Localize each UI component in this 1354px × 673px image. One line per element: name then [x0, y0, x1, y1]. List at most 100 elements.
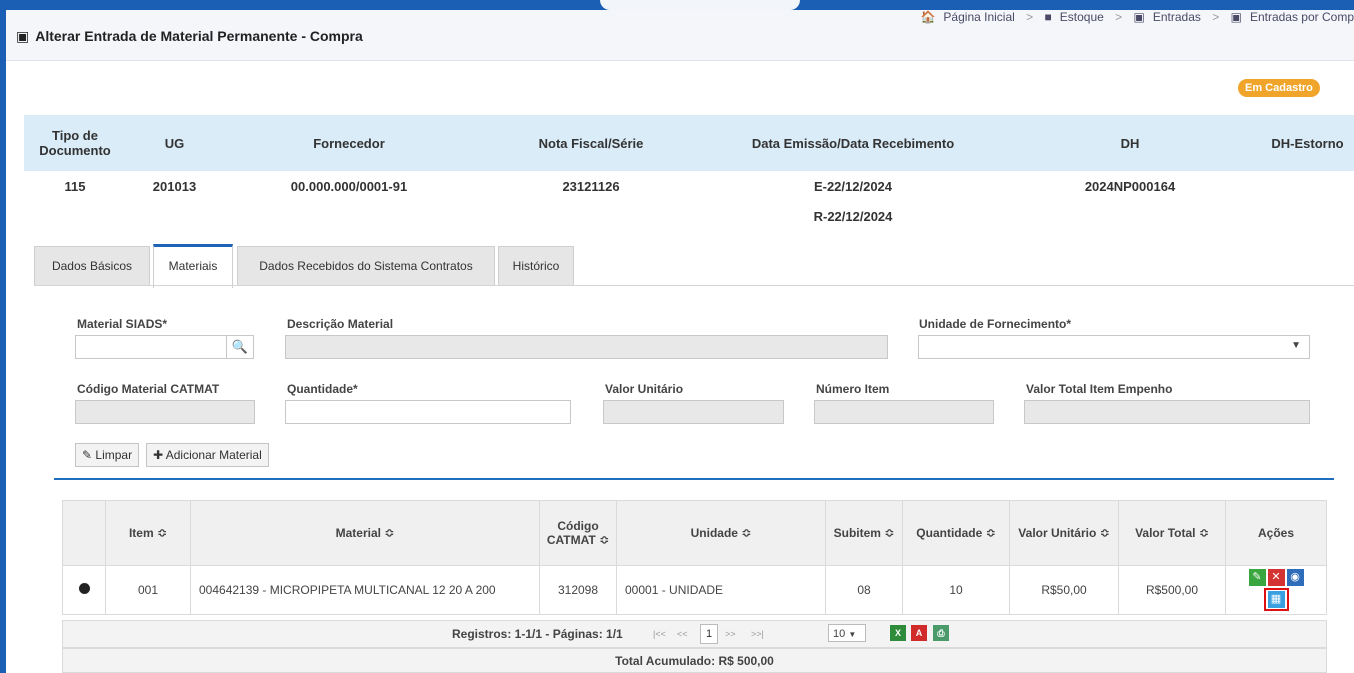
- page-title-text: Alterar Entrada de Material Permanente -…: [35, 28, 363, 44]
- column-header-subitem[interactable]: Subitem ≎: [825, 500, 903, 566]
- summary-cell: 201013: [152, 178, 197, 194]
- limpar-button[interactable]: ✎ Limpar: [75, 443, 140, 467]
- summary-header: DH-Estorno: [1261, 115, 1354, 171]
- quantidade-label: Quantidade*: [287, 382, 358, 396]
- table-view-button[interactable]: ▦: [1267, 591, 1285, 608]
- tab-dados-basicos[interactable]: Dados Básicos: [34, 246, 150, 285]
- cell-unidade: 00001 - UNIDADE: [616, 565, 826, 615]
- valor-total-empenho-input: [1024, 400, 1310, 424]
- column-header-material[interactable]: Material ≎: [190, 500, 540, 566]
- cube-icon: ◉: [1290, 571, 1300, 583]
- delete-button[interactable]: ✕: [1267, 569, 1285, 586]
- expand-dot-icon: [78, 583, 90, 594]
- valor-unitario-input: [603, 400, 784, 424]
- summary-table: Tipo de Documento UG Fornecedor Nota Fis…: [24, 115, 1354, 231]
- pagination-bar: Registros: 1-1/1 - Páginas: 1/1 |<< << 1…: [62, 620, 1327, 648]
- descricao-input: [285, 335, 888, 359]
- frame-top-bar: [0, 0, 1354, 10]
- summary-header: Tipo de Documento: [24, 115, 126, 171]
- breadcrumb-estoque[interactable]: Estoque: [1060, 10, 1104, 24]
- column-header-quantidade[interactable]: Quantidade ≎: [902, 500, 1010, 566]
- column-header-item[interactable]: Item ≎: [105, 500, 191, 566]
- cell-material: 004642139 - MICROPIPETA MULTICANAL 12 20…: [190, 565, 540, 615]
- summary-header: UG: [126, 115, 223, 171]
- summary-cell: [1261, 171, 1354, 201]
- codigo-catmat-input: [75, 400, 255, 424]
- chevron-down-icon: ▼: [1291, 340, 1301, 351]
- eraser-icon: ✎: [82, 448, 93, 462]
- title-bar: ▣ Alterar Entrada de Material Permanente …: [6, 10, 1354, 61]
- last-page-icon[interactable]: >>|: [751, 625, 764, 643]
- valor-unitario-label: Valor Unitário: [605, 382, 684, 396]
- material-siads-input[interactable]: [75, 335, 227, 359]
- pencil-icon: ✎: [1252, 571, 1262, 583]
- tab-historico[interactable]: Histórico: [498, 246, 574, 285]
- column-header-unidade[interactable]: Unidade ≎: [616, 500, 826, 566]
- materials-table: Item ≎ Material ≎ Código CATMAT ≎ Unidad…: [62, 500, 1327, 615]
- total-acumulado: Total Acumulado: R$ 500,00: [62, 648, 1327, 673]
- quantidade-input[interactable]: [285, 400, 571, 424]
- page-title: ▣ Alterar Entrada de Material Permanente …: [16, 28, 363, 45]
- cell-valor-total: R$500,00: [1118, 565, 1226, 615]
- column-header-valor-total[interactable]: Valor Total ≎: [1118, 500, 1226, 566]
- plus-icon: ✚: [153, 448, 164, 462]
- first-page-icon[interactable]: |<<: [653, 625, 666, 643]
- entry-icon: ▣: [1133, 10, 1145, 24]
- edit-button[interactable]: ✎: [1248, 569, 1266, 586]
- pdf-export-icon[interactable]: A: [911, 625, 927, 641]
- limpar-label: Limpar: [95, 448, 133, 462]
- codigo-catmat-label: Código Material CATMAT: [77, 382, 220, 396]
- valor-total-empenho-label: Valor Total Item Empenho: [1026, 382, 1173, 396]
- tab-divider: [34, 285, 1354, 286]
- breadcrumb-separator: >: [1026, 10, 1034, 24]
- breadcrumb: 🏠 Página Inicial > ■ Estoque > ▣ Entradas >…: [912, 10, 1354, 24]
- summary-header-row: Tipo de Documento UG Fornecedor Nota Fis…: [24, 115, 1354, 171]
- next-page-icon[interactable]: >>: [725, 625, 736, 643]
- summary-cell: 2024NP000164: [1084, 178, 1176, 194]
- adicionar-material-button[interactable]: ✚ Adicionar Material: [146, 443, 269, 467]
- cell-acoes: ✎ ✕ ◉ ▦: [1225, 565, 1327, 615]
- summary-cell: 23121126: [562, 178, 620, 194]
- summary-cell: E-22/12/2024: [813, 178, 893, 194]
- numero-item-input: [814, 400, 994, 424]
- tab-dados-recebidos[interactable]: Dados Recebidos do Sistema Contratos: [237, 246, 495, 285]
- cell-valor-unitario: R$50,00: [1009, 565, 1119, 615]
- per-page-value: 10: [833, 628, 846, 640]
- summary-row: 115 201013 00.000.000/0001-91 23121126 E…: [24, 171, 1354, 201]
- summary-header: Data Emissão/Data Recebimento: [707, 115, 999, 171]
- cell-subitem: 08: [825, 565, 903, 615]
- descricao-label: Descrição Material: [287, 317, 394, 331]
- summary-cell: 00.000.000/0001-91: [290, 178, 408, 194]
- column-header-catmat[interactable]: Código CATMAT ≎: [539, 500, 617, 566]
- unidade-fornecimento-select[interactable]: ▼: [918, 335, 1310, 359]
- numero-item-label: Número Item: [816, 382, 890, 396]
- section-divider: [54, 478, 1334, 480]
- breadcrumb-entradas[interactable]: Entradas: [1153, 10, 1201, 24]
- excel-export-icon[interactable]: X: [890, 625, 906, 641]
- pagination-summary: Registros: 1-1/1 - Páginas: 1/1: [452, 627, 623, 641]
- detail-button[interactable]: ◉: [1286, 569, 1304, 586]
- tab-materiais[interactable]: Materiais: [153, 244, 233, 288]
- summary-header: Fornecedor: [223, 115, 475, 171]
- row-expand-toggle[interactable]: [62, 565, 106, 615]
- summary-cell: 115: [64, 178, 86, 194]
- table-icon: ▦: [1270, 593, 1282, 605]
- prev-page-icon[interactable]: <<: [677, 625, 688, 643]
- column-header-valor-unitario[interactable]: Valor Unitário ≎: [1009, 500, 1119, 566]
- summary-header: DH: [999, 115, 1261, 171]
- breadcrumb-home[interactable]: Página Inicial: [943, 10, 1014, 24]
- summary-header: Nota Fiscal/Série: [475, 115, 707, 171]
- breadcrumb-separator: >: [1212, 10, 1220, 24]
- breadcrumb-separator: >: [1115, 10, 1123, 24]
- table-header-row: Item ≎ Material ≎ Código CATMAT ≎ Unidad…: [62, 500, 1327, 566]
- current-page-button[interactable]: 1: [700, 624, 718, 644]
- per-page-select[interactable]: 10 ▼: [828, 624, 866, 642]
- search-button[interactable]: 🔍: [226, 335, 254, 359]
- chevron-down-icon: ▼: [848, 630, 857, 639]
- highlighted-action: ▦: [1263, 588, 1289, 611]
- breadcrumb-entradas-compra[interactable]: Entradas por Comp: [1250, 10, 1354, 24]
- column-header-acoes: Ações: [1225, 500, 1327, 566]
- adicionar-label: Adicionar Material: [165, 448, 262, 462]
- status-badge: Em Cadastro: [1238, 79, 1320, 97]
- print-export-icon[interactable]: ⎙: [933, 625, 949, 641]
